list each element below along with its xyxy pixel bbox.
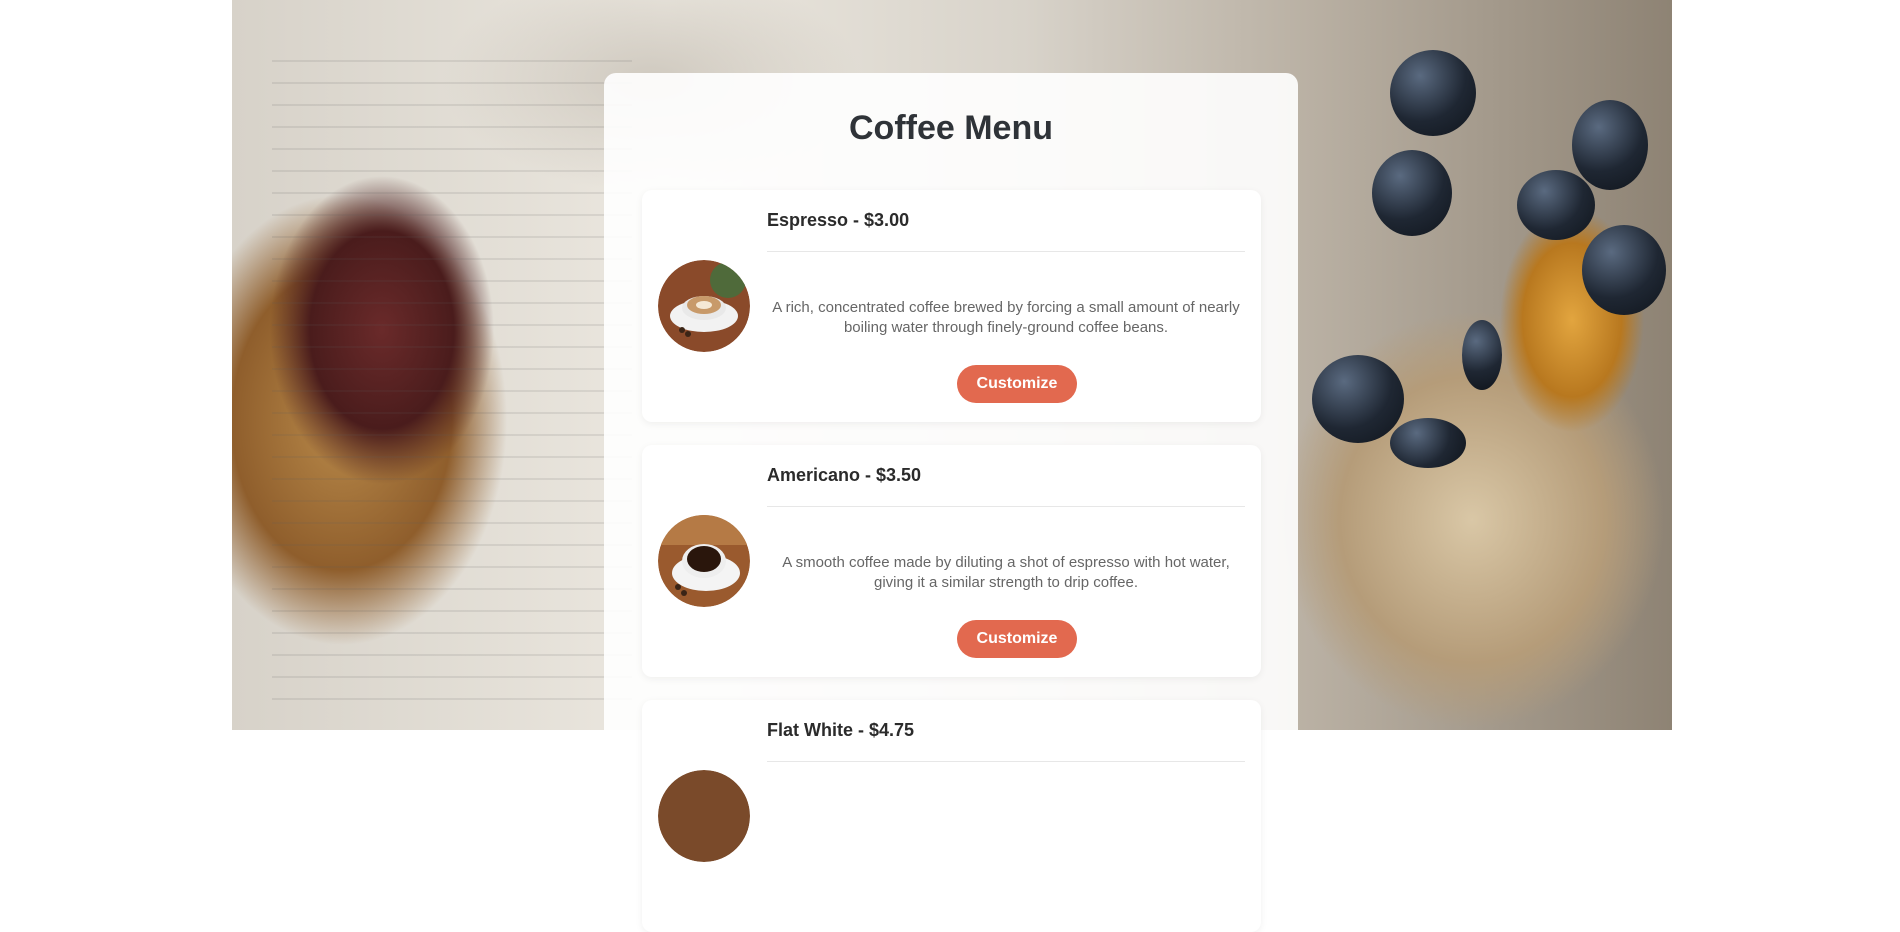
menu-item-description: A smooth coffee made by diluting a shot …	[782, 554, 1230, 591]
customize-button[interactable]: Customize	[957, 620, 1077, 658]
page-title: Coffee Menu	[849, 109, 1053, 147]
americano-image	[658, 515, 750, 607]
menu-card-flat-white: Flat White - $4.75	[642, 700, 1261, 932]
newspaper-texture	[272, 40, 632, 700]
menu-card-americano: Americano - $3.50 A smooth coffee made b…	[642, 445, 1261, 677]
menu-item-title: Americano - $3.50	[767, 465, 1245, 507]
espresso-image	[658, 260, 750, 352]
blueberry	[1390, 50, 1476, 136]
blueberry	[1390, 418, 1466, 468]
blueberry	[1372, 150, 1452, 236]
menu-item-description: A rich, concentrated coffee brewed by fo…	[772, 299, 1240, 336]
blueberry	[1312, 355, 1404, 443]
blueberry	[1462, 320, 1502, 390]
menu-panel: Coffee Menu Espresso - $3.00 A rich, con…	[604, 73, 1298, 932]
blueberry	[1572, 100, 1648, 190]
menu-item-title: Flat White - $4.75	[767, 720, 1245, 762]
blueberry	[1517, 170, 1595, 240]
menu-item-title: Espresso - $3.00	[767, 210, 1245, 252]
blueberry	[1582, 225, 1666, 315]
customize-button[interactable]: Customize	[957, 365, 1077, 403]
menu-card-espresso: Espresso - $3.00 A rich, concentrated co…	[642, 190, 1261, 422]
flat-white-image	[658, 770, 750, 862]
